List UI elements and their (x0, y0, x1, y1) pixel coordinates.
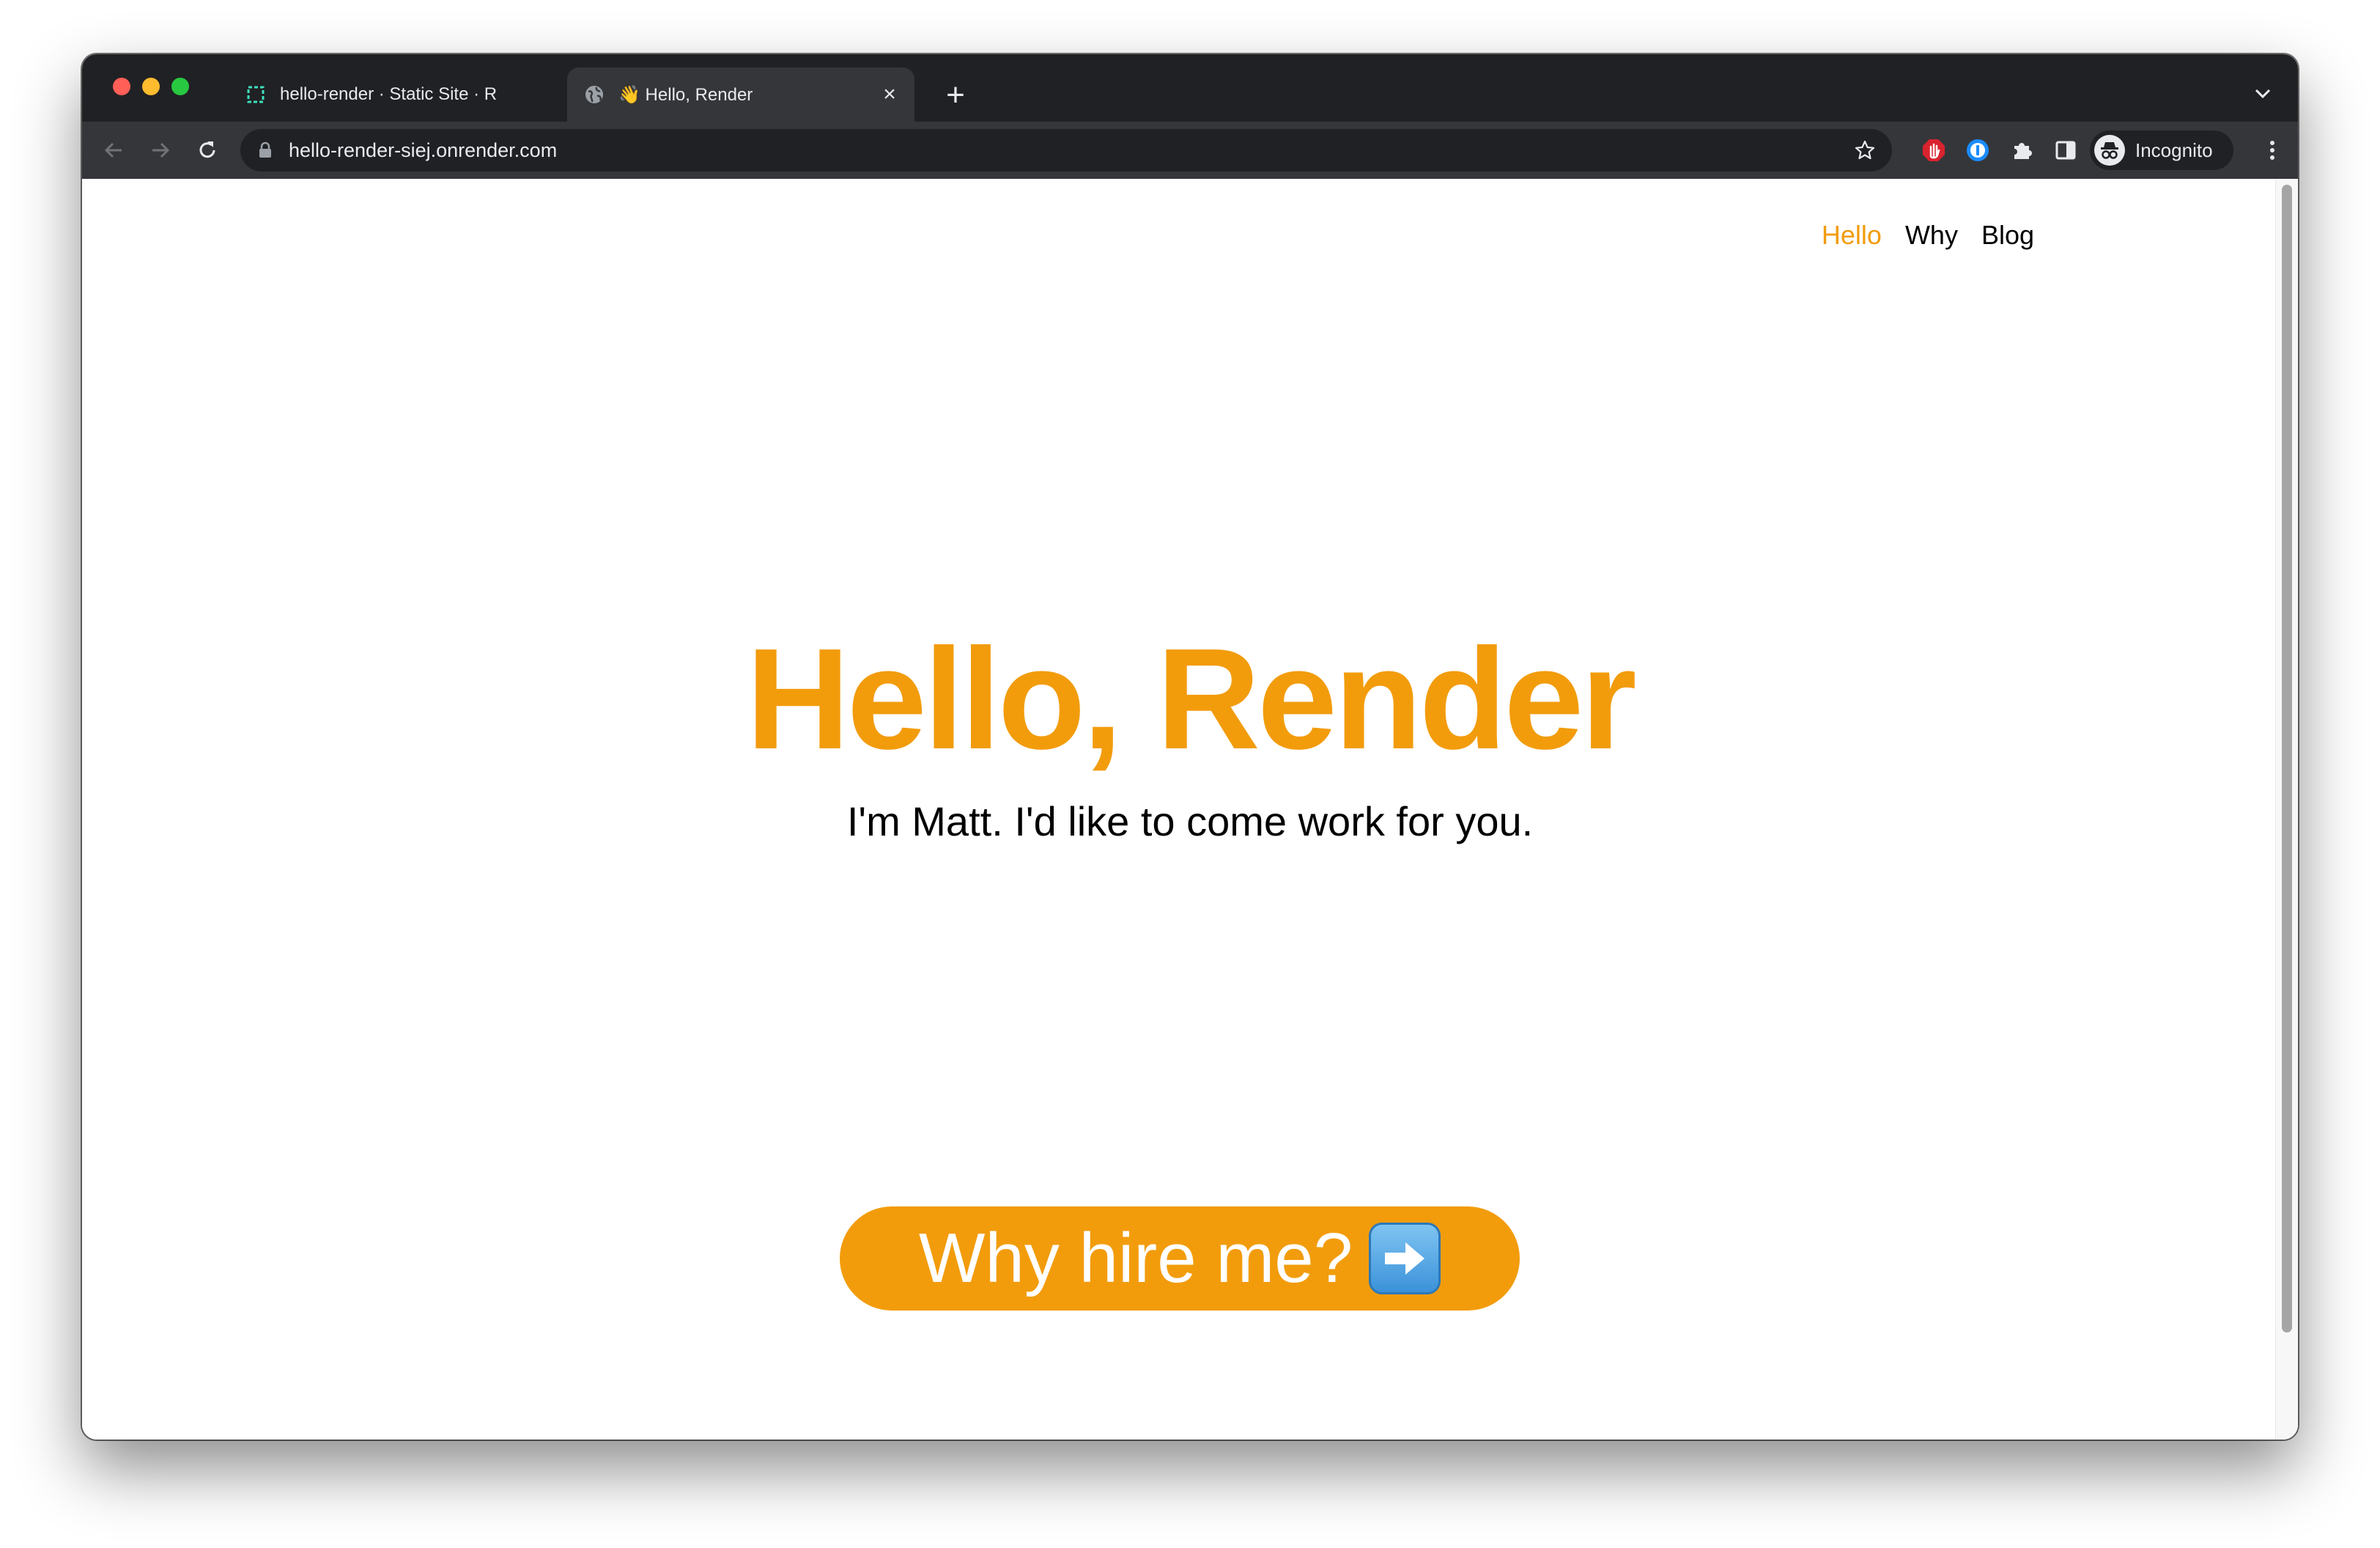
profile-button[interactable]: Incognito (2090, 130, 2233, 170)
cta-label: Why hire me? (918, 1219, 1353, 1297)
site-nav: Hello Why Blog (1822, 220, 2034, 251)
close-tab-icon[interactable]: × (876, 81, 903, 108)
bookmark-star-icon[interactable] (1851, 136, 1879, 164)
password-manager-extension-icon[interactable] (1959, 132, 1996, 169)
why-hire-me-button[interactable]: Why hire me? (840, 1206, 1520, 1311)
reload-icon[interactable] (189, 132, 226, 169)
kebab-menu-icon[interactable] (2254, 132, 2291, 169)
tab-title: 👋 Hello, Render (618, 84, 753, 105)
side-panel-icon[interactable] (2047, 132, 2084, 169)
browser-toolbar: hello-render-siej.onrender.com Incognito (82, 122, 2298, 179)
right-arrow-emoji-icon (1369, 1223, 1441, 1294)
hero-title: Hello, Render (746, 619, 1636, 779)
nav-link-why[interactable]: Why (1905, 220, 1958, 251)
tab-title: hello-render · Static Site · R (280, 84, 498, 104)
render-dashboard-icon (245, 84, 267, 106)
forward-arrow-icon[interactable] (142, 132, 179, 169)
profile-label: Incognito (2135, 139, 2213, 161)
vertical-scrollbar[interactable] (2275, 179, 2298, 1440)
tab-hello-render[interactable]: 👋 Hello, Render × (567, 67, 914, 122)
url-text: hello-render-siej.onrender.com (289, 139, 558, 161)
browser-window: hello-render · Static Site · R × 👋 Hello… (82, 54, 2298, 1440)
nav-link-blog[interactable]: Blog (1981, 220, 2034, 251)
minimize-window-button[interactable] (142, 78, 160, 95)
chevron-down-icon[interactable] (2245, 76, 2280, 111)
globe-icon (583, 84, 605, 106)
close-window-button[interactable] (113, 78, 130, 95)
nav-link-hello[interactable]: Hello (1822, 220, 1882, 251)
scrollbar-thumb[interactable] (2282, 185, 2292, 1333)
back-arrow-icon[interactable] (95, 132, 132, 169)
web-page: Hello Why Blog Hello, Render I'm Matt. I… (82, 179, 2298, 1440)
fullscreen-window-button[interactable] (171, 78, 189, 95)
tab-strip: hello-render · Static Site · R × 👋 Hello… (82, 54, 2298, 122)
hero-subtitle: I'm Matt. I'd like to come work for you. (846, 798, 1534, 844)
incognito-icon (2094, 135, 2125, 166)
puzzle-extensions-icon[interactable] (2003, 132, 2040, 169)
adblock-extension-icon[interactable] (1915, 132, 1952, 169)
lock-icon[interactable] (258, 141, 273, 163)
new-tab-icon[interactable]: + (934, 73, 978, 117)
address-bar[interactable]: hello-render-siej.onrender.com (240, 129, 1892, 172)
